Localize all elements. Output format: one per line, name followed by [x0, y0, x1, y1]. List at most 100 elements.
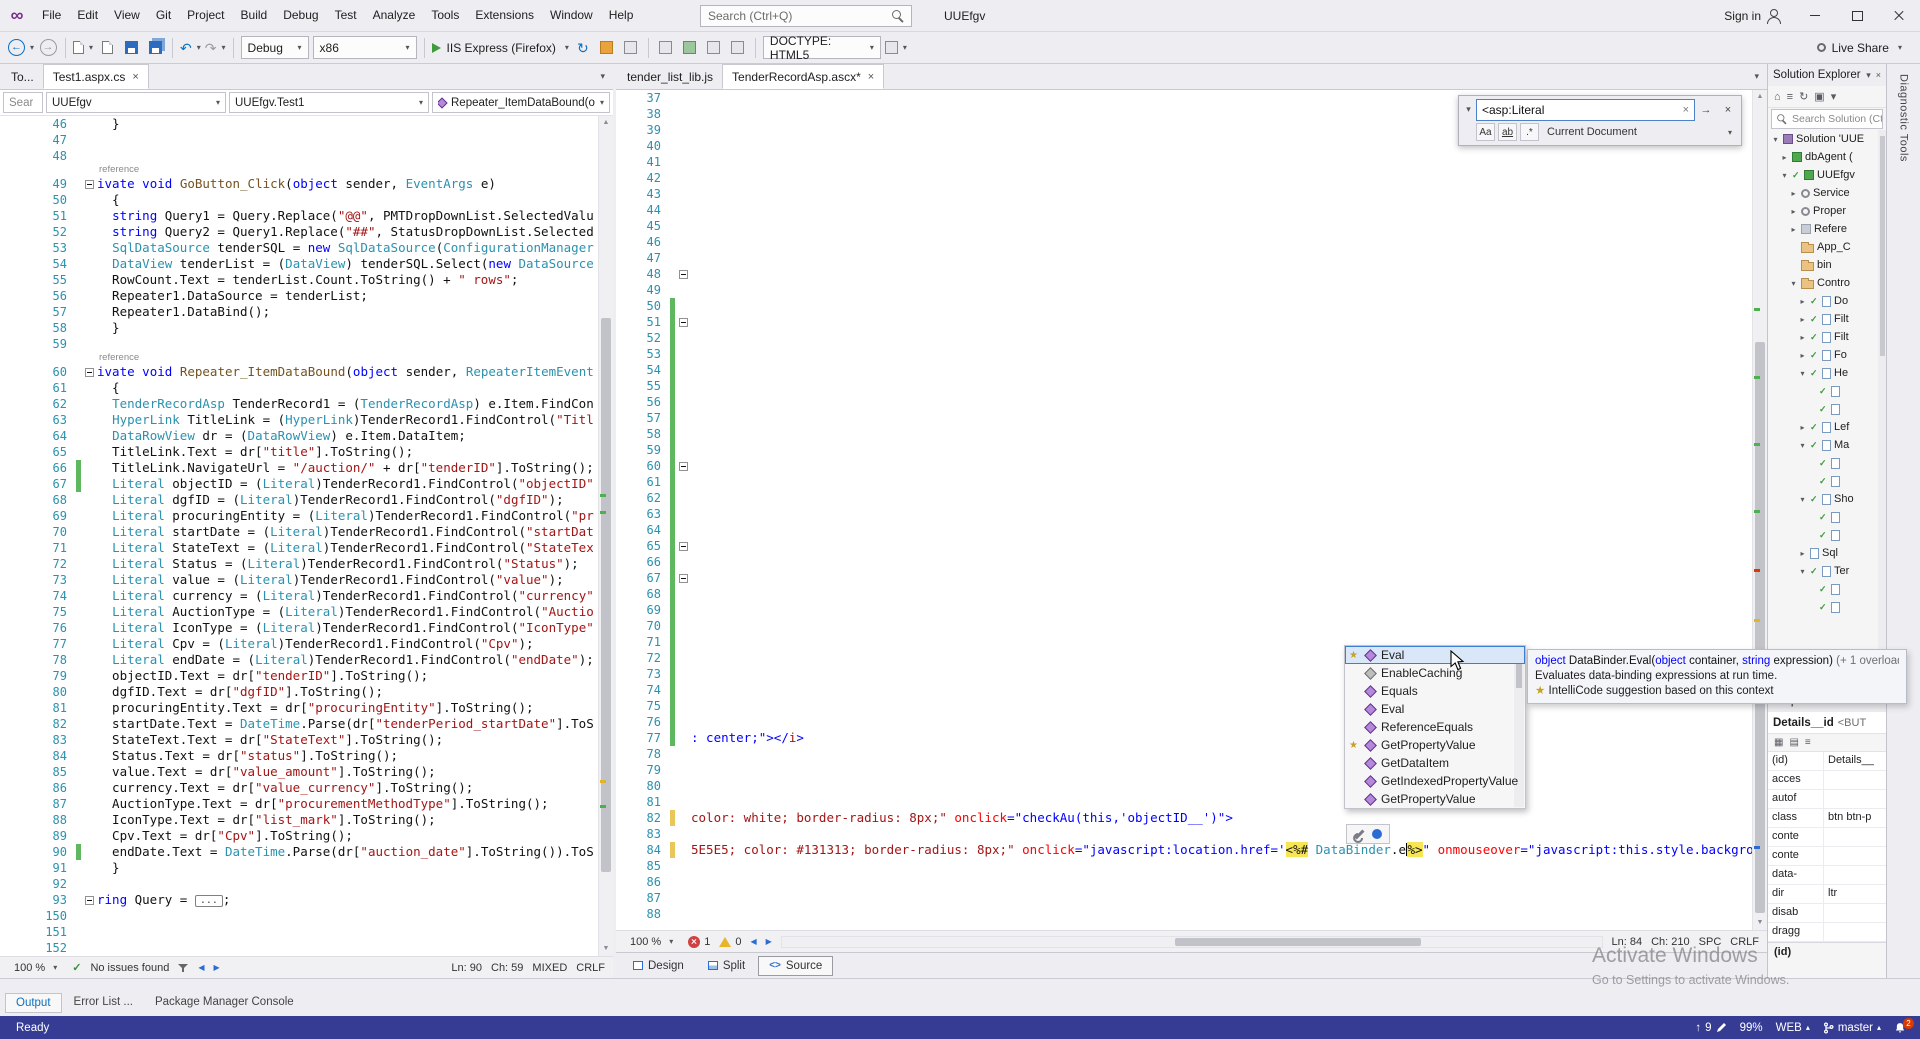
diagnostic-tools-tab[interactable]: Diagnostic Tools — [1886, 64, 1920, 978]
breakpoint-margin[interactable] — [0, 556, 26, 572]
code-line[interactable]: 83 StateText.Text = dr["StateText"].ToSt… — [0, 732, 598, 748]
breakpoint-margin[interactable] — [616, 682, 630, 698]
tree-item[interactable]: ✓ — [1768, 472, 1886, 490]
outlining-margin[interactable] — [675, 170, 691, 186]
outlining-margin[interactable] — [675, 298, 691, 314]
code-line[interactable]: 75 Literal AuctionType = (Literal)Tender… — [0, 604, 598, 620]
breakpoint-margin[interactable] — [0, 764, 26, 780]
breakpoint-margin[interactable] — [616, 122, 630, 138]
breakpoint-margin[interactable] — [0, 908, 26, 924]
expander-icon[interactable]: ▸ — [1789, 225, 1798, 234]
code-line[interactable]: 85 value.Text = dr["value_amount"].ToStr… — [0, 764, 598, 780]
collapse-toggle-icon[interactable] — [678, 461, 688, 471]
code-line[interactable]: 69 Literal procuringEntity = (Literal)Te… — [0, 508, 598, 524]
search-scope-dropdown[interactable]: Current Document ▾ — [1542, 123, 1737, 141]
breakpoint-margin[interactable] — [616, 618, 630, 634]
code-line[interactable]: 62 — [616, 490, 1752, 506]
code-line[interactable]: 50 — [616, 298, 1752, 314]
save-all-button[interactable] — [145, 36, 165, 60]
outlining-margin[interactable] — [81, 240, 97, 256]
line-indicator[interactable]: Ln: 90 — [451, 962, 482, 974]
solution-search-box[interactable]: Search Solution (Ctrl+;) — [1771, 109, 1883, 129]
breakpoint-margin[interactable] — [616, 202, 630, 218]
outlining-margin[interactable] — [675, 618, 691, 634]
breakpoint-margin[interactable] — [0, 492, 26, 508]
outlining-margin[interactable] — [675, 634, 691, 650]
outlining-margin[interactable] — [675, 378, 691, 394]
document-well-dropdown-icon[interactable]: ▾ — [592, 71, 613, 82]
code-line[interactable]: 72 Literal Status = (Literal)TenderRecor… — [0, 556, 598, 572]
tree-item[interactable]: ✓ — [1768, 598, 1886, 616]
view-tab-source[interactable]: <> Source — [758, 955, 834, 976]
code-line[interactable]: 54 — [616, 362, 1752, 378]
breakpoint-margin[interactable] — [0, 148, 26, 164]
collapse-toggle-icon[interactable] — [678, 573, 688, 583]
scrollbar-thumb[interactable] — [601, 317, 611, 872]
code-line[interactable]: 80 — [616, 778, 1752, 794]
outlining-margin[interactable] — [81, 684, 97, 700]
home-icon[interactable]: ⌂ — [1774, 91, 1781, 103]
breakpoint-margin[interactable] — [0, 812, 26, 828]
save-button[interactable] — [121, 36, 141, 60]
code-line[interactable]: 152 — [0, 940, 598, 956]
breakpoint-margin[interactable] — [616, 474, 630, 490]
breakpoint-margin[interactable] — [616, 442, 630, 458]
tree-item[interactable]: ✓ — [1768, 454, 1886, 472]
breakpoint-margin[interactable] — [0, 588, 26, 604]
outlining-margin[interactable] — [675, 698, 691, 714]
completion-item-getindexedpropertyvalue[interactable]: GetIndexedPropertyValue — [1345, 772, 1525, 790]
code-line[interactable]: 51 — [616, 314, 1752, 330]
property-value[interactable] — [1824, 904, 1886, 922]
spaces-indicator[interactable]: SPC — [1699, 936, 1722, 948]
outlining-margin[interactable] — [81, 668, 97, 684]
tree-item-filt[interactable]: ▸ ✓ Filt — [1768, 310, 1886, 328]
code-line[interactable]: 66 — [616, 554, 1752, 570]
navigate-forward-button[interactable]: → — [38, 36, 58, 60]
issues-status[interactable]: No issues found — [90, 962, 169, 974]
breakpoint-margin[interactable] — [0, 620, 26, 636]
code-line[interactable]: 51 string Query1 = Query.Replace("@@", P… — [0, 208, 598, 224]
next-issue-button[interactable]: ▶ — [766, 937, 772, 946]
code-line[interactable]: 71 — [616, 634, 1752, 650]
platform-combo[interactable]: x86 ▾ — [312, 36, 417, 59]
code-line[interactable]: 52 — [616, 330, 1752, 346]
code-line[interactable]: 88 — [616, 906, 1752, 922]
horizontal-scrollbar[interactable] — [780, 935, 1603, 948]
outlining-margin[interactable] — [81, 604, 97, 620]
outlining-margin[interactable] — [675, 858, 691, 874]
find-next-button[interactable]: → — [1695, 104, 1717, 116]
outlining-margin[interactable] — [81, 636, 97, 652]
menu-file[interactable]: File — [34, 0, 69, 31]
menu-analyze[interactable]: Analyze — [365, 0, 424, 31]
code-line[interactable]: 60 — [616, 458, 1752, 474]
outlining-margin[interactable] — [81, 732, 97, 748]
outlining-margin[interactable] — [81, 572, 97, 588]
breakpoint-margin[interactable] — [616, 858, 630, 874]
member-dropdown[interactable]: Repeater_ItemDataBound(o ▾ — [432, 92, 610, 113]
expander-icon[interactable]: ▾ — [1780, 171, 1789, 180]
breakpoint-margin[interactable] — [0, 336, 26, 352]
zoom-dropdown[interactable]: 100 % ▾ — [8, 960, 63, 976]
tree-scrollbar[interactable] — [1878, 130, 1886, 689]
expander-icon[interactable]: ▸ — [1798, 297, 1807, 306]
property-row-conte[interactable]: conte — [1768, 828, 1886, 847]
outlining-margin[interactable] — [81, 444, 97, 460]
scrollbar-thumb[interactable] — [1175, 937, 1422, 946]
outlining-margin[interactable] — [675, 186, 691, 202]
outlining-margin[interactable] — [675, 234, 691, 250]
outlining-margin[interactable] — [81, 812, 97, 828]
breakpoint-margin[interactable] — [616, 570, 630, 586]
code-line[interactable]: 67 — [616, 570, 1752, 586]
code-line[interactable]: 68 — [616, 586, 1752, 602]
view-tab-design[interactable]: Design — [622, 956, 695, 976]
breakpoint-margin[interactable] — [616, 250, 630, 266]
style-tool-button[interactable]: ▾ — [884, 36, 907, 60]
code-line[interactable]: 54 DataView tenderList = (DataView) tend… — [0, 256, 598, 272]
code-line[interactable]: 81 — [616, 794, 1752, 810]
outlining-margin[interactable] — [81, 256, 97, 272]
outlining-margin[interactable] — [675, 282, 691, 298]
breakpoint-margin[interactable] — [0, 892, 26, 908]
outlining-margin[interactable] — [81, 860, 97, 876]
menu-view[interactable]: View — [106, 0, 148, 31]
menu-git[interactable]: Git — [148, 0, 179, 31]
